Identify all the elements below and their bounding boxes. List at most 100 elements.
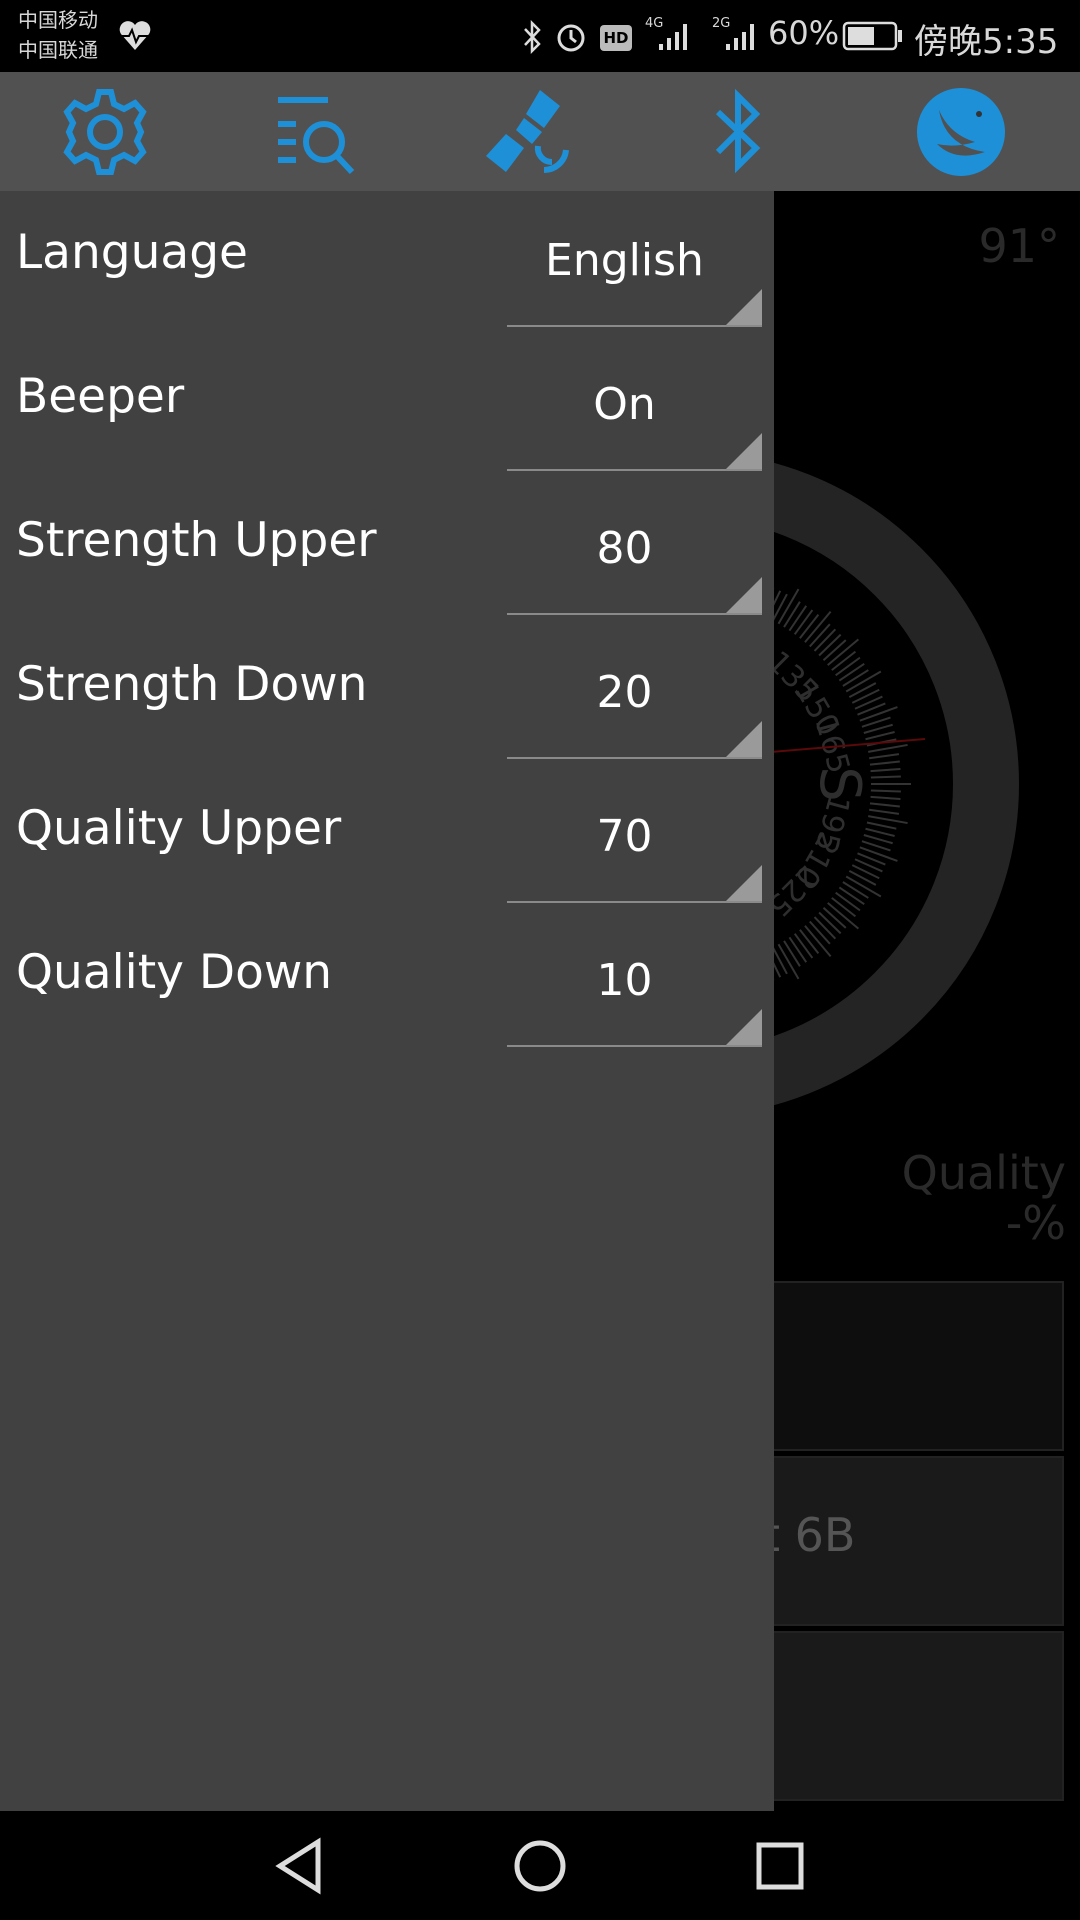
- compass-tick: [869, 753, 900, 760]
- dropdown-arrow-icon: [726, 577, 762, 613]
- setting-value: 20: [596, 667, 653, 718]
- setting-dropdown[interactable]: 80: [507, 483, 762, 615]
- compass-tick: [818, 633, 842, 657]
- clock: 傍晚5:35: [914, 22, 1059, 62]
- setting-dropdown[interactable]: 70: [507, 771, 762, 903]
- compass-tick: [865, 731, 895, 741]
- setting-value: On: [593, 379, 656, 430]
- compass-tick: [822, 907, 847, 929]
- compass-tick: [863, 723, 893, 734]
- setting-row: Beeper On: [0, 339, 774, 483]
- compass-tick: [831, 650, 857, 671]
- compass-tick: [813, 916, 837, 940]
- satellite-icon: [486, 90, 569, 174]
- compass-tick: [842, 669, 869, 687]
- dropdown-arrow-icon: [726, 1009, 762, 1045]
- quality-value: -%: [1005, 1196, 1066, 1250]
- setting-row: Language English: [0, 195, 774, 339]
- compass-tick: [869, 802, 900, 808]
- compass-tick: [838, 886, 865, 906]
- battery-percent: 60%: [768, 14, 840, 52]
- settings-button[interactable]: [55, 82, 155, 182]
- setting-row: Quality Upper 70: [0, 771, 774, 915]
- compass-tick: [783, 940, 801, 967]
- dropdown-arrow-icon: [726, 721, 762, 757]
- quality-label: Quality: [901, 1146, 1066, 1200]
- compass-tick: [859, 846, 898, 862]
- compass-tick: [865, 827, 895, 837]
- compass-tick: [793, 933, 814, 959]
- bluetooth-icon: [524, 20, 541, 54]
- compass-tick: [859, 706, 898, 722]
- compass-tick: [842, 881, 869, 899]
- carrier-2: 中国联通: [18, 38, 98, 62]
- setting-dropdown[interactable]: English: [507, 195, 762, 327]
- setting-value: 80: [596, 523, 653, 574]
- bluetooth-icon: [715, 88, 761, 174]
- compass-tick: [870, 789, 901, 793]
- dropdown-arrow-icon: [726, 433, 762, 469]
- search-list-button[interactable]: [268, 82, 368, 182]
- compass-tick: [783, 601, 801, 628]
- heart-rate-icon: [119, 21, 151, 50]
- compass-tick: [851, 864, 880, 880]
- compass-tick: [835, 656, 861, 677]
- setting-dropdown[interactable]: 10: [507, 915, 762, 1047]
- dropdown-arrow-icon: [726, 289, 762, 325]
- signal-icon: [726, 24, 754, 50]
- satellite-button[interactable]: [478, 82, 578, 182]
- setting-dropdown[interactable]: 20: [507, 627, 762, 759]
- compass-tick: [870, 795, 901, 800]
- setting-value: 70: [596, 811, 653, 862]
- compass-tick: [870, 775, 901, 779]
- setting-label: Strength Down: [16, 657, 368, 712]
- compass-tick: [793, 609, 814, 635]
- compass-tick: [868, 815, 908, 825]
- compass-tick: [809, 920, 831, 945]
- compass-tick: [788, 936, 808, 963]
- compass-tick: [869, 808, 900, 815]
- compass-tick: [813, 628, 837, 652]
- compass-tick: [788, 605, 808, 632]
- toolbar: [0, 72, 1080, 191]
- compass-tick: [851, 688, 880, 704]
- setting-label: Beeper: [16, 369, 185, 424]
- signal-icon: [659, 24, 687, 50]
- setting-label: Quality Upper: [16, 801, 342, 856]
- navigation-bar: [0, 1811, 1080, 1920]
- setting-value: English: [545, 235, 704, 286]
- alarm-icon: [557, 24, 585, 52]
- settings-drawer: Language English Beeper On Strength Upper …: [0, 191, 774, 1811]
- compass-tick: [818, 911, 842, 935]
- search-list-icon: [278, 97, 355, 175]
- setting-row: Strength Down 20: [0, 627, 774, 771]
- compass-tick: [838, 662, 865, 682]
- compass-tick: [869, 760, 900, 766]
- compass-tick: [799, 613, 820, 639]
- satellite-select-value: t 6B: [762, 1508, 856, 1562]
- compass-tick: [771, 946, 788, 975]
- setting-row: Strength Upper 80: [0, 483, 774, 627]
- app-logo-button[interactable]: [911, 82, 1011, 182]
- bluetooth-button[interactable]: [688, 82, 788, 182]
- compass-tick: [870, 768, 901, 773]
- battery-icon: [842, 21, 902, 51]
- compass-tick: [822, 639, 847, 661]
- setting-dropdown[interactable]: On: [507, 339, 762, 471]
- compass-tick: [809, 623, 831, 648]
- compass-tick: [799, 929, 820, 955]
- compass-tick: [868, 743, 908, 753]
- settings-icon: [63, 89, 147, 175]
- compass-tick: [771, 593, 788, 622]
- home-icon[interactable]: [510, 1836, 570, 1896]
- app-logo-icon: [917, 88, 1005, 176]
- status-bar: 中国移动 中国联通 HD 4G 2G 60% 傍晚5:35: [0, 0, 1080, 72]
- back-icon[interactable]: [270, 1836, 330, 1896]
- compass-tick: [831, 897, 857, 918]
- recents-icon[interactable]: [750, 1836, 810, 1896]
- compass-tick: [835, 891, 861, 912]
- setting-value: 10: [596, 955, 653, 1006]
- setting-row: Quality Down 10: [0, 915, 774, 1059]
- compass-tick: [863, 834, 893, 845]
- compass-tick: [848, 682, 877, 699]
